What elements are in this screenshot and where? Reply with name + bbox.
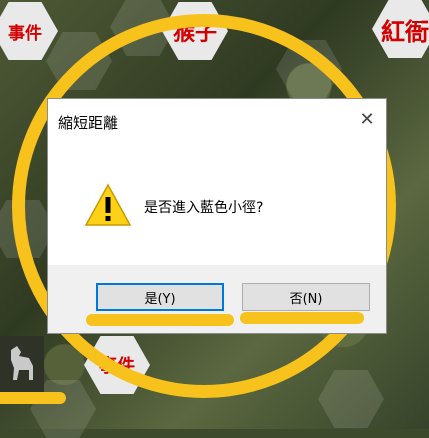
no-underline-highlight bbox=[240, 312, 364, 324]
horse-icon bbox=[11, 346, 33, 380]
horse-underline-highlight bbox=[0, 392, 66, 404]
horse-unit[interactable] bbox=[0, 336, 44, 392]
yes-underline-highlight bbox=[86, 314, 234, 326]
close-icon[interactable]: ✕ bbox=[358, 111, 376, 129]
map-hex-label: 事件 bbox=[8, 23, 42, 44]
map-hex-label: 紅衙 bbox=[381, 16, 429, 46]
dialog-title: 縮短距離 bbox=[58, 113, 119, 132]
no-button[interactable]: 否(N) bbox=[242, 283, 370, 311]
dialog-titlebar: 縮短距離 ✕ bbox=[48, 99, 386, 145]
warning-icon bbox=[84, 183, 132, 226]
yes-button[interactable]: 是(Y) bbox=[96, 283, 224, 311]
dialog-message: 是否進入藍色小徑? bbox=[144, 200, 264, 216]
yes-button-label: 是(Y) bbox=[144, 291, 176, 307]
dialog-body: 是否進入藍色小徑? bbox=[48, 145, 386, 267]
message-dialog: 縮短距離 ✕ 是否進入藍色小徑? 是(Y) 否(N) bbox=[47, 98, 387, 334]
no-button-label: 否(N) bbox=[289, 291, 323, 307]
